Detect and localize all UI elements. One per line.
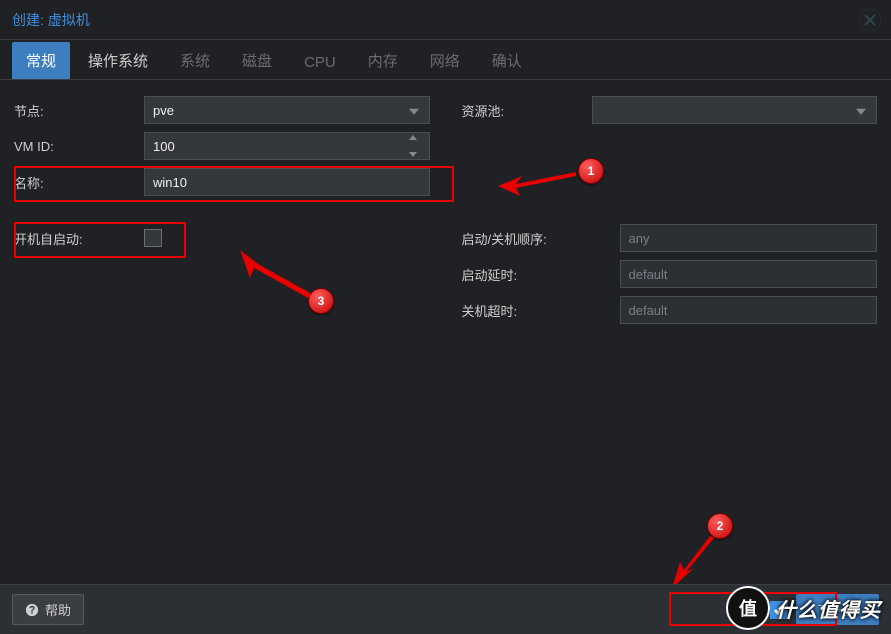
- tab-system: 系统: [166, 42, 224, 79]
- wizard-tabs: 常规 操作系统 系统 磁盘 CPU 内存 网络 确认: [0, 40, 891, 80]
- dialog-title: 创建: 虚拟机: [12, 10, 90, 30]
- name-input[interactable]: win10: [144, 168, 430, 196]
- vmid-input[interactable]: 100: [144, 132, 430, 160]
- order-value: any: [629, 231, 650, 246]
- pool-select[interactable]: [592, 96, 878, 124]
- field-down: 关机超时: default: [462, 292, 878, 328]
- order-input[interactable]: any: [620, 224, 878, 252]
- spinner-down-icon[interactable]: [409, 152, 417, 157]
- help-label: 帮助: [45, 600, 71, 619]
- field-onboot: 开机自启动:: [14, 220, 430, 256]
- spinner-up-icon[interactable]: [409, 135, 417, 140]
- annotation-badge-1: 1: [578, 158, 604, 184]
- onboot-checkbox[interactable]: [144, 229, 162, 247]
- close-icon[interactable]: [859, 9, 881, 31]
- node-value: pve: [153, 103, 174, 118]
- tab-disk: 磁盘: [228, 42, 286, 79]
- down-value: default: [629, 303, 668, 318]
- field-order: 启动/关机顺序: any: [462, 220, 878, 256]
- field-pool: 资源池:: [462, 92, 878, 128]
- vmid-label: VM ID:: [14, 139, 144, 154]
- help-icon: [25, 603, 39, 617]
- up-label: 启动延时:: [462, 265, 620, 284]
- tab-os[interactable]: 操作系统: [74, 42, 162, 79]
- annotation-badge-2: 2: [707, 513, 733, 539]
- dialog-body: 节点: pve VM ID: 100 名称: win10: [0, 80, 891, 584]
- pool-label: 资源池:: [462, 101, 592, 120]
- tab-network: 网络: [416, 42, 474, 79]
- field-node: 节点: pve: [14, 92, 430, 128]
- node-label: 节点:: [14, 101, 144, 120]
- watermark-logo: 值: [726, 586, 770, 630]
- watermark: 值 什么值得买: [726, 586, 881, 630]
- onboot-label: 开机自启动:: [14, 229, 144, 248]
- annotation-badge-3: 3: [308, 288, 334, 314]
- down-label: 关机超时:: [462, 301, 620, 320]
- name-label: 名称:: [14, 173, 144, 192]
- tab-general[interactable]: 常规: [12, 42, 70, 79]
- up-input[interactable]: default: [620, 260, 878, 288]
- tab-memory: 内存: [354, 42, 412, 79]
- tab-cpu: CPU: [290, 46, 350, 79]
- vmid-value: 100: [153, 139, 175, 154]
- tab-confirm: 确认: [478, 42, 536, 79]
- help-button[interactable]: 帮助: [12, 594, 84, 625]
- up-value: default: [629, 267, 668, 282]
- field-name: 名称: win10: [14, 164, 430, 200]
- name-value: win10: [153, 175, 187, 190]
- watermark-text: 什么值得买: [776, 594, 881, 623]
- down-input[interactable]: default: [620, 296, 878, 324]
- vmid-spinner[interactable]: [409, 135, 425, 157]
- field-vmid: VM ID: 100: [14, 128, 430, 164]
- dialog-header: 创建: 虚拟机: [0, 0, 891, 40]
- order-label: 启动/关机顺序:: [462, 229, 620, 248]
- field-up: 启动延时: default: [462, 256, 878, 292]
- node-select[interactable]: pve: [144, 96, 430, 124]
